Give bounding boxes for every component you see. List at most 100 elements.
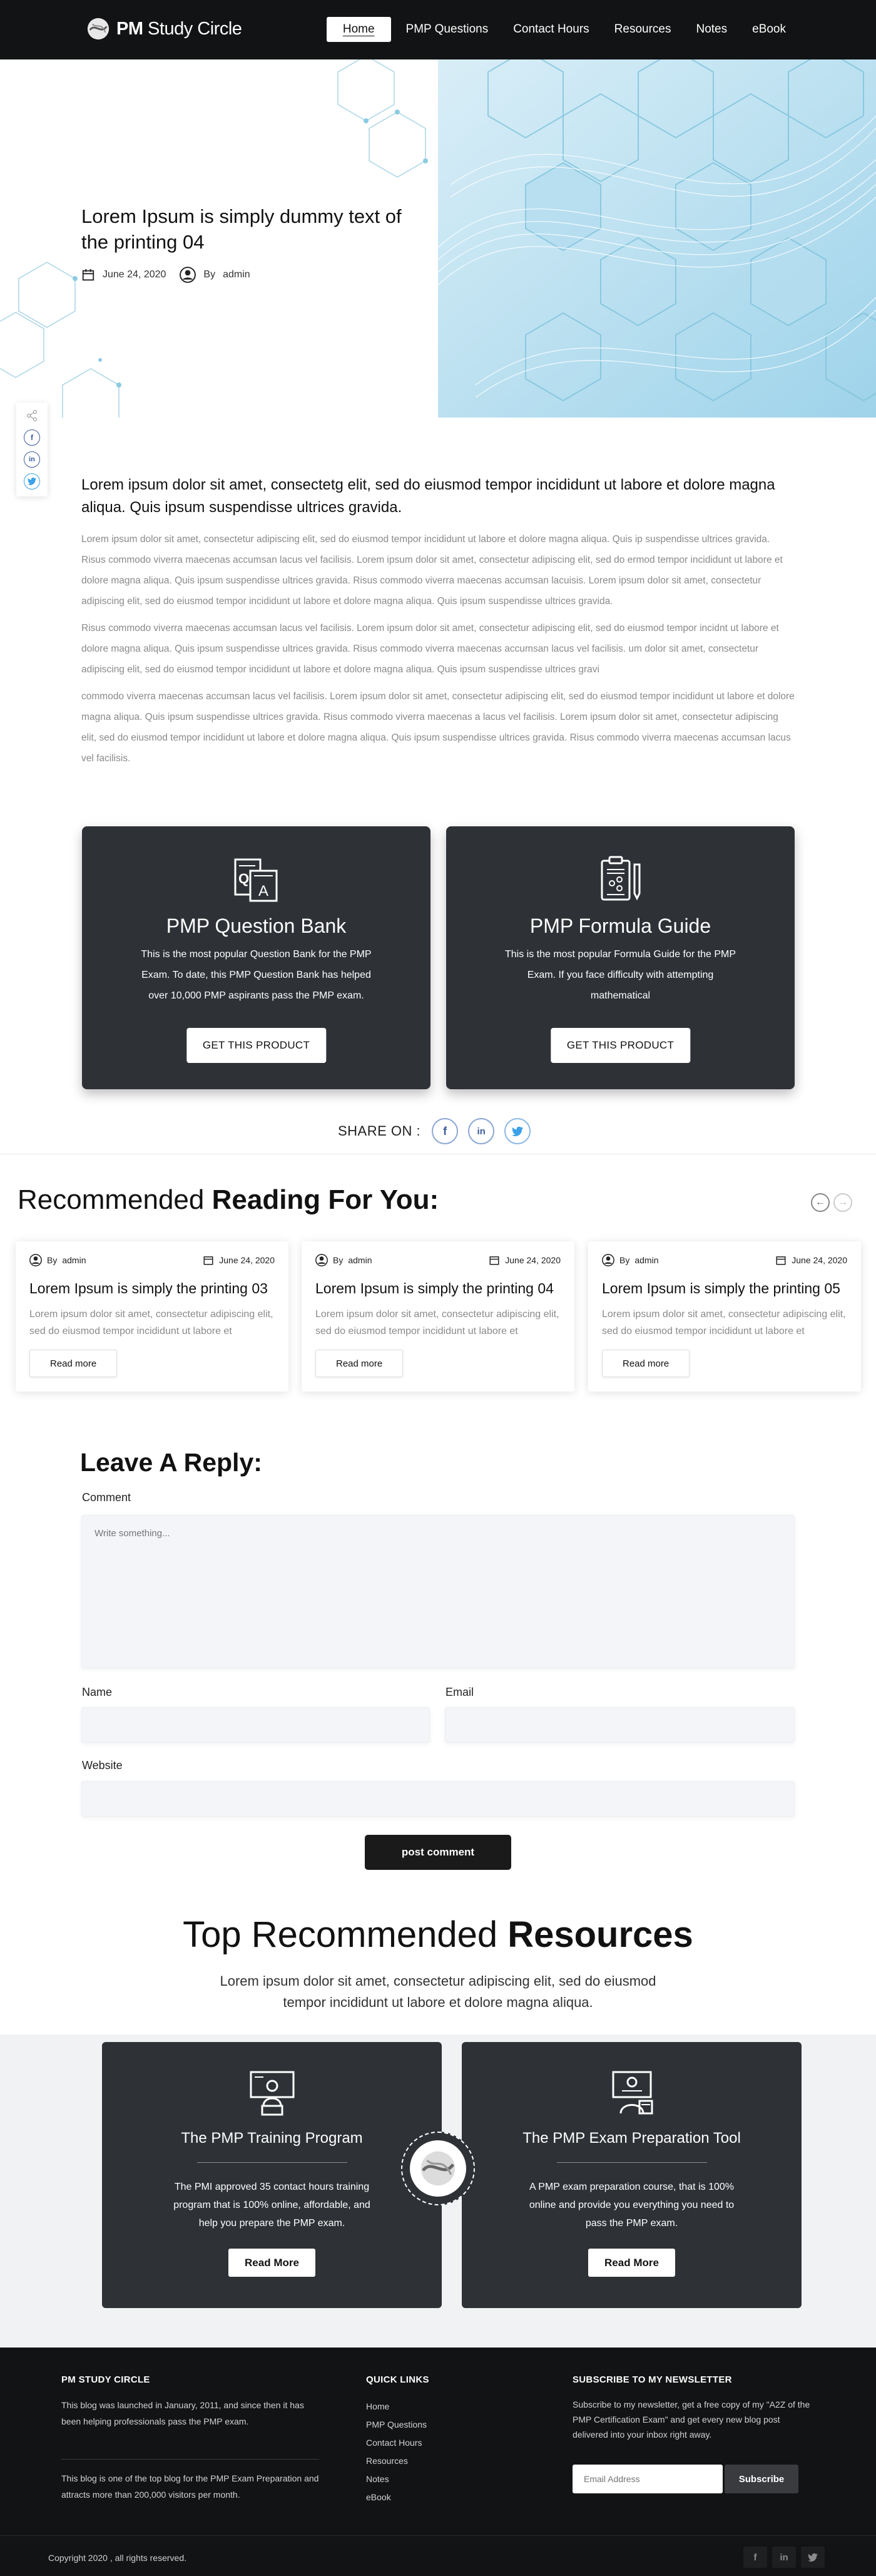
product-card-formula-guide: PMP Formula Guide This is the most popul… xyxy=(446,826,795,1089)
site-logo[interactable]: PM Study Circle xyxy=(86,17,242,41)
footer-social: f in xyxy=(743,2547,825,2568)
next-arrow-icon[interactable]: → xyxy=(833,1193,852,1212)
card-author[interactable]: admin xyxy=(348,1255,372,1265)
recommended-card: By admin June 24, 2020 Lorem Ipsum is sim… xyxy=(16,1241,288,1392)
twitter-icon[interactable] xyxy=(24,473,40,490)
website-label: Website xyxy=(82,1759,123,1772)
post-author[interactable]: admin xyxy=(223,269,250,280)
read-more-button[interactable]: Read more xyxy=(602,1350,690,1377)
main-menu: Home PMP Questions Contact Hours Resourc… xyxy=(326,17,796,42)
website-field[interactable] xyxy=(82,1782,794,1816)
carousel-arrows: ← → xyxy=(811,1193,852,1212)
facebook-icon[interactable]: f xyxy=(24,429,40,446)
logo-text: PM Study Circle xyxy=(116,18,242,39)
author-prefix: By xyxy=(203,269,216,280)
facebook-icon[interactable]: f xyxy=(432,1118,459,1144)
card-meta: By admin June 24, 2020 xyxy=(315,1254,561,1266)
get-product-button[interactable]: GET THIS PRODUCT xyxy=(550,1028,691,1063)
comment-textarea[interactable] xyxy=(82,1516,794,1668)
footer-links-heading: QUICK LINKS xyxy=(366,2374,429,2385)
card-title[interactable]: Lorem Ipsum is simply the printing 03 xyxy=(29,1280,275,1297)
recommended-heading: Recommended Reading For You: xyxy=(18,1184,439,1215)
calendar-icon xyxy=(203,1256,213,1265)
footer-bottom-separator xyxy=(0,2535,876,2536)
share-on-label: SHARE ON : xyxy=(338,1123,421,1139)
name-label: Name xyxy=(82,1686,113,1698)
nav-ebook[interactable]: eBook xyxy=(742,17,796,42)
footer-link-contact-hours[interactable]: Contact Hours xyxy=(366,2435,427,2450)
linkedin-icon[interactable]: in xyxy=(468,1118,495,1144)
center-badge xyxy=(401,2132,475,2205)
card-date: June 24, 2020 xyxy=(792,1255,847,1265)
card-date: June 24, 2020 xyxy=(219,1255,275,1265)
top-navbar: PM Study Circle Home PMP Questions Conta… xyxy=(0,0,876,59)
card-excerpt: Lorem ipsum dolor sit amet, consectetur … xyxy=(29,1309,273,1337)
twitter-icon[interactable] xyxy=(504,1118,531,1144)
card-author[interactable]: admin xyxy=(634,1255,658,1265)
name-field[interactable] xyxy=(82,1708,429,1742)
card-author[interactable]: admin xyxy=(62,1255,86,1265)
article-paragraph-3: commodo viverra maecenas accumsan lacus … xyxy=(81,691,795,764)
nav-pmp-questions[interactable]: PMP Questions xyxy=(396,17,499,42)
hero-banner: Lorem Ipsum is simply dummy text of the … xyxy=(0,59,876,418)
resource-description: The PMI approved 35 contact hours traini… xyxy=(173,2182,370,2229)
linkedin-icon[interactable]: in xyxy=(772,2547,796,2568)
author-prefix: By xyxy=(333,1255,344,1265)
subscribe-button[interactable]: Subscribe xyxy=(725,2465,798,2493)
footer-about-text: This blog was launched in January, 2011,… xyxy=(61,2400,304,2426)
card-title[interactable]: Lorem Ipsum is simply the printing 05 xyxy=(602,1280,847,1297)
nav-notes[interactable]: Notes xyxy=(686,17,737,42)
email-field[interactable] xyxy=(446,1708,794,1742)
article-paragraph-1: Lorem ipsum dolor sit amet, consectetur … xyxy=(81,534,783,607)
post-date: June 24, 2020 xyxy=(103,269,166,280)
comment-box xyxy=(81,1515,795,1668)
email-box xyxy=(445,1707,795,1743)
copyright-text: Copyright 2020 , all rights reserved. xyxy=(48,2553,186,2563)
hero-title: Lorem Ipsum is simply dummy text of the … xyxy=(81,205,402,253)
article-paragraph-2: Risus commodo viverra maecenas accumsan … xyxy=(81,623,779,675)
post-comment-button[interactable]: post comment xyxy=(365,1835,511,1870)
nav-resources[interactable]: Resources xyxy=(604,17,681,42)
read-more-button[interactable]: Read more xyxy=(315,1350,404,1377)
user-icon xyxy=(29,1254,42,1266)
user-icon xyxy=(315,1254,328,1266)
footer-newsletter-text: Subscribe to my newsletter, get a free c… xyxy=(573,2399,810,2440)
formula-guide-icon xyxy=(601,856,640,901)
product-card-question-bank: Q A PMP Question Bank This is the most p… xyxy=(82,826,430,1089)
footer-link-home[interactable]: Home xyxy=(366,2399,427,2414)
linkedin-icon[interactable]: in xyxy=(24,451,40,468)
footer-about-text-2: This blog is one of the top blog for the… xyxy=(61,2473,319,2500)
product-title: PMP Question Bank xyxy=(166,915,347,937)
calendar-icon xyxy=(82,269,94,281)
card-title[interactable]: Lorem Ipsum is simply the printing 04 xyxy=(315,1280,561,1297)
comment-label: Comment xyxy=(82,1491,131,1504)
top-resources-heading: Top Recommended Resources xyxy=(183,1914,693,1955)
nav-contact-hours[interactable]: Contact Hours xyxy=(503,17,599,42)
footer-link-pmp-questions[interactable]: PMP Questions xyxy=(366,2417,427,2432)
calendar-icon xyxy=(776,1256,786,1265)
read-more-button[interactable]: Read More xyxy=(228,2249,315,2277)
logo-globe-icon xyxy=(87,18,109,40)
nav-home[interactable]: Home xyxy=(326,17,391,42)
newsletter-email-input[interactable] xyxy=(573,2465,723,2493)
read-more-button[interactable]: Read more xyxy=(29,1350,118,1377)
exam-prep-tool-icon xyxy=(612,2071,653,2115)
twitter-icon[interactable] xyxy=(801,2547,825,2568)
resource-description: A PMP exam preparation course, that is 1… xyxy=(529,2182,735,2229)
footer-link-ebook[interactable]: eBook xyxy=(366,2490,427,2505)
card-excerpt: Lorem ipsum dolor sit amet, consectetur … xyxy=(602,1309,846,1337)
prev-arrow-icon[interactable]: ← xyxy=(811,1193,830,1212)
facebook-icon[interactable]: f xyxy=(743,2547,767,2568)
product-description: This is the most popular Question Bank f… xyxy=(141,949,372,1001)
user-icon xyxy=(602,1254,614,1266)
recommended-card: By admin June 24, 2020 Lorem Ipsum is sim… xyxy=(588,1241,861,1392)
resource-card-exam-tool: The PMP Exam Preparation Tool A PMP exam… xyxy=(462,2042,802,2308)
get-product-button[interactable]: GET THIS PRODUCT xyxy=(186,1028,327,1063)
read-more-button[interactable]: Read More xyxy=(588,2249,675,2277)
title-divider xyxy=(556,2162,707,2163)
footer-link-resources[interactable]: Resources xyxy=(366,2453,427,2468)
share-icon[interactable] xyxy=(24,408,40,424)
recommended-card: By admin June 24, 2020 Lorem Ipsum is sim… xyxy=(302,1241,574,1392)
footer-link-notes[interactable]: Notes xyxy=(366,2471,427,2486)
card-meta: By admin June 24, 2020 xyxy=(29,1254,275,1266)
